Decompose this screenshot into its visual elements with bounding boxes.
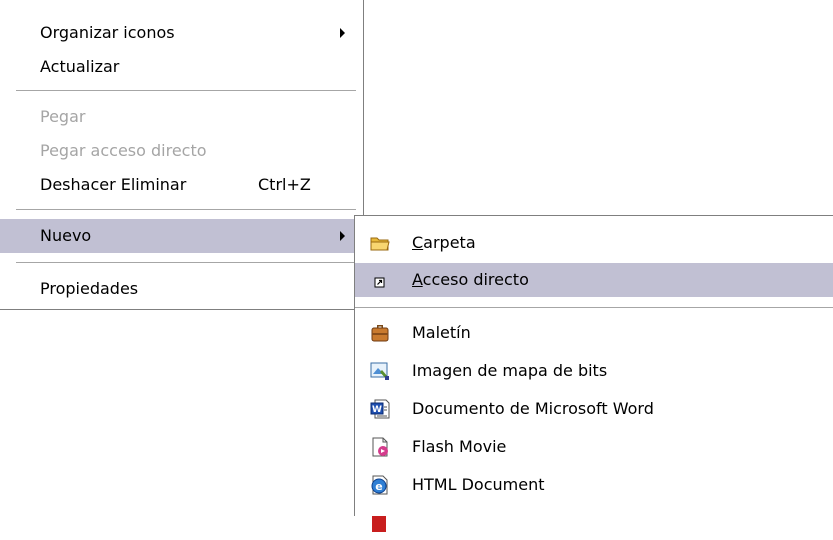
menu-item-deshacer-eliminar[interactable]: Deshacer Eliminar Ctrl+Z <box>0 168 360 202</box>
menu-separator <box>16 209 356 210</box>
menu-item-label: HTML Document <box>412 475 545 494</box>
menu-item-label: Carpeta <box>412 233 476 252</box>
shortcut-icon <box>369 269 391 291</box>
submenu-item-imagen-de-mapa-de-bits[interactable]: Imagen de mapa de bits <box>355 354 833 388</box>
svg-text:W: W <box>372 405 382 415</box>
menu-item-organizar-iconos[interactable]: Organizar iconos <box>0 16 360 50</box>
flash-movie-icon <box>369 436 391 458</box>
menu-item-label: Deshacer Eliminar <box>40 175 187 194</box>
bitmap-image-icon <box>369 360 391 382</box>
menu-item-label: Documento de Microsoft Word <box>412 399 654 418</box>
menu-item-label: Actualizar <box>40 57 120 76</box>
svg-text:e: e <box>375 480 382 493</box>
menu-item-label: Organizar iconos <box>40 23 175 42</box>
mnemonic-letter: C <box>412 233 424 252</box>
submenu-item-acceso-directo[interactable]: Acceso directo <box>355 263 833 297</box>
menu-item-actualizar[interactable]: Actualizar <box>0 50 360 84</box>
submenu-item-partial[interactable] <box>355 506 833 540</box>
mnemonic-letter: A <box>412 270 423 289</box>
menu-separator <box>355 307 833 308</box>
submenu-arrow-icon <box>340 28 345 38</box>
keyboard-shortcut: Ctrl+Z <box>258 175 311 194</box>
word-document-icon: W <box>369 398 391 420</box>
menu-item-pegar-acceso-directo[interactable]: Pegar acceso directo <box>0 134 360 168</box>
menu-item-label: Imagen de mapa de bits <box>412 361 608 380</box>
folder-icon <box>369 232 391 254</box>
html-document-icon: e <box>369 474 391 496</box>
menu-item-label: Flash Movie <box>412 437 507 456</box>
nuevo-submenu: Carpeta Acceso directo Maletín Imagen de… <box>354 215 833 532</box>
submenu-item-html-document[interactable]: e HTML Document <box>355 468 833 502</box>
submenu-arrow-icon <box>340 231 345 241</box>
menu-item-label: Pegar <box>40 107 86 126</box>
desktop-context-menu: Organizar iconos Actualizar Pegar Pegar … <box>0 0 364 310</box>
briefcase-icon <box>369 322 391 344</box>
menu-separator <box>16 262 356 263</box>
menu-item-nuevo[interactable]: Nuevo <box>0 219 360 253</box>
menu-item-propiedades[interactable]: Propiedades <box>0 272 360 306</box>
menu-item-label: Acceso directo <box>412 270 529 289</box>
menu-item-pegar[interactable]: Pegar <box>0 100 360 134</box>
submenu-item-carpeta[interactable]: Carpeta <box>355 226 833 260</box>
menu-separator <box>16 90 356 91</box>
menu-item-label: Pegar acceso directo <box>40 141 207 160</box>
menu-item-label: Maletín <box>412 323 471 342</box>
submenu-item-documento-de-microsoft-word[interactable]: W Documento de Microsoft Word <box>355 392 833 426</box>
menu-item-label: Nuevo <box>40 226 92 245</box>
menu-item-label: Propiedades <box>40 279 139 298</box>
submenu-item-maletin[interactable]: Maletín <box>355 316 833 350</box>
submenu-item-flash-movie[interactable]: Flash Movie <box>355 430 833 464</box>
document-icon <box>369 512 391 534</box>
